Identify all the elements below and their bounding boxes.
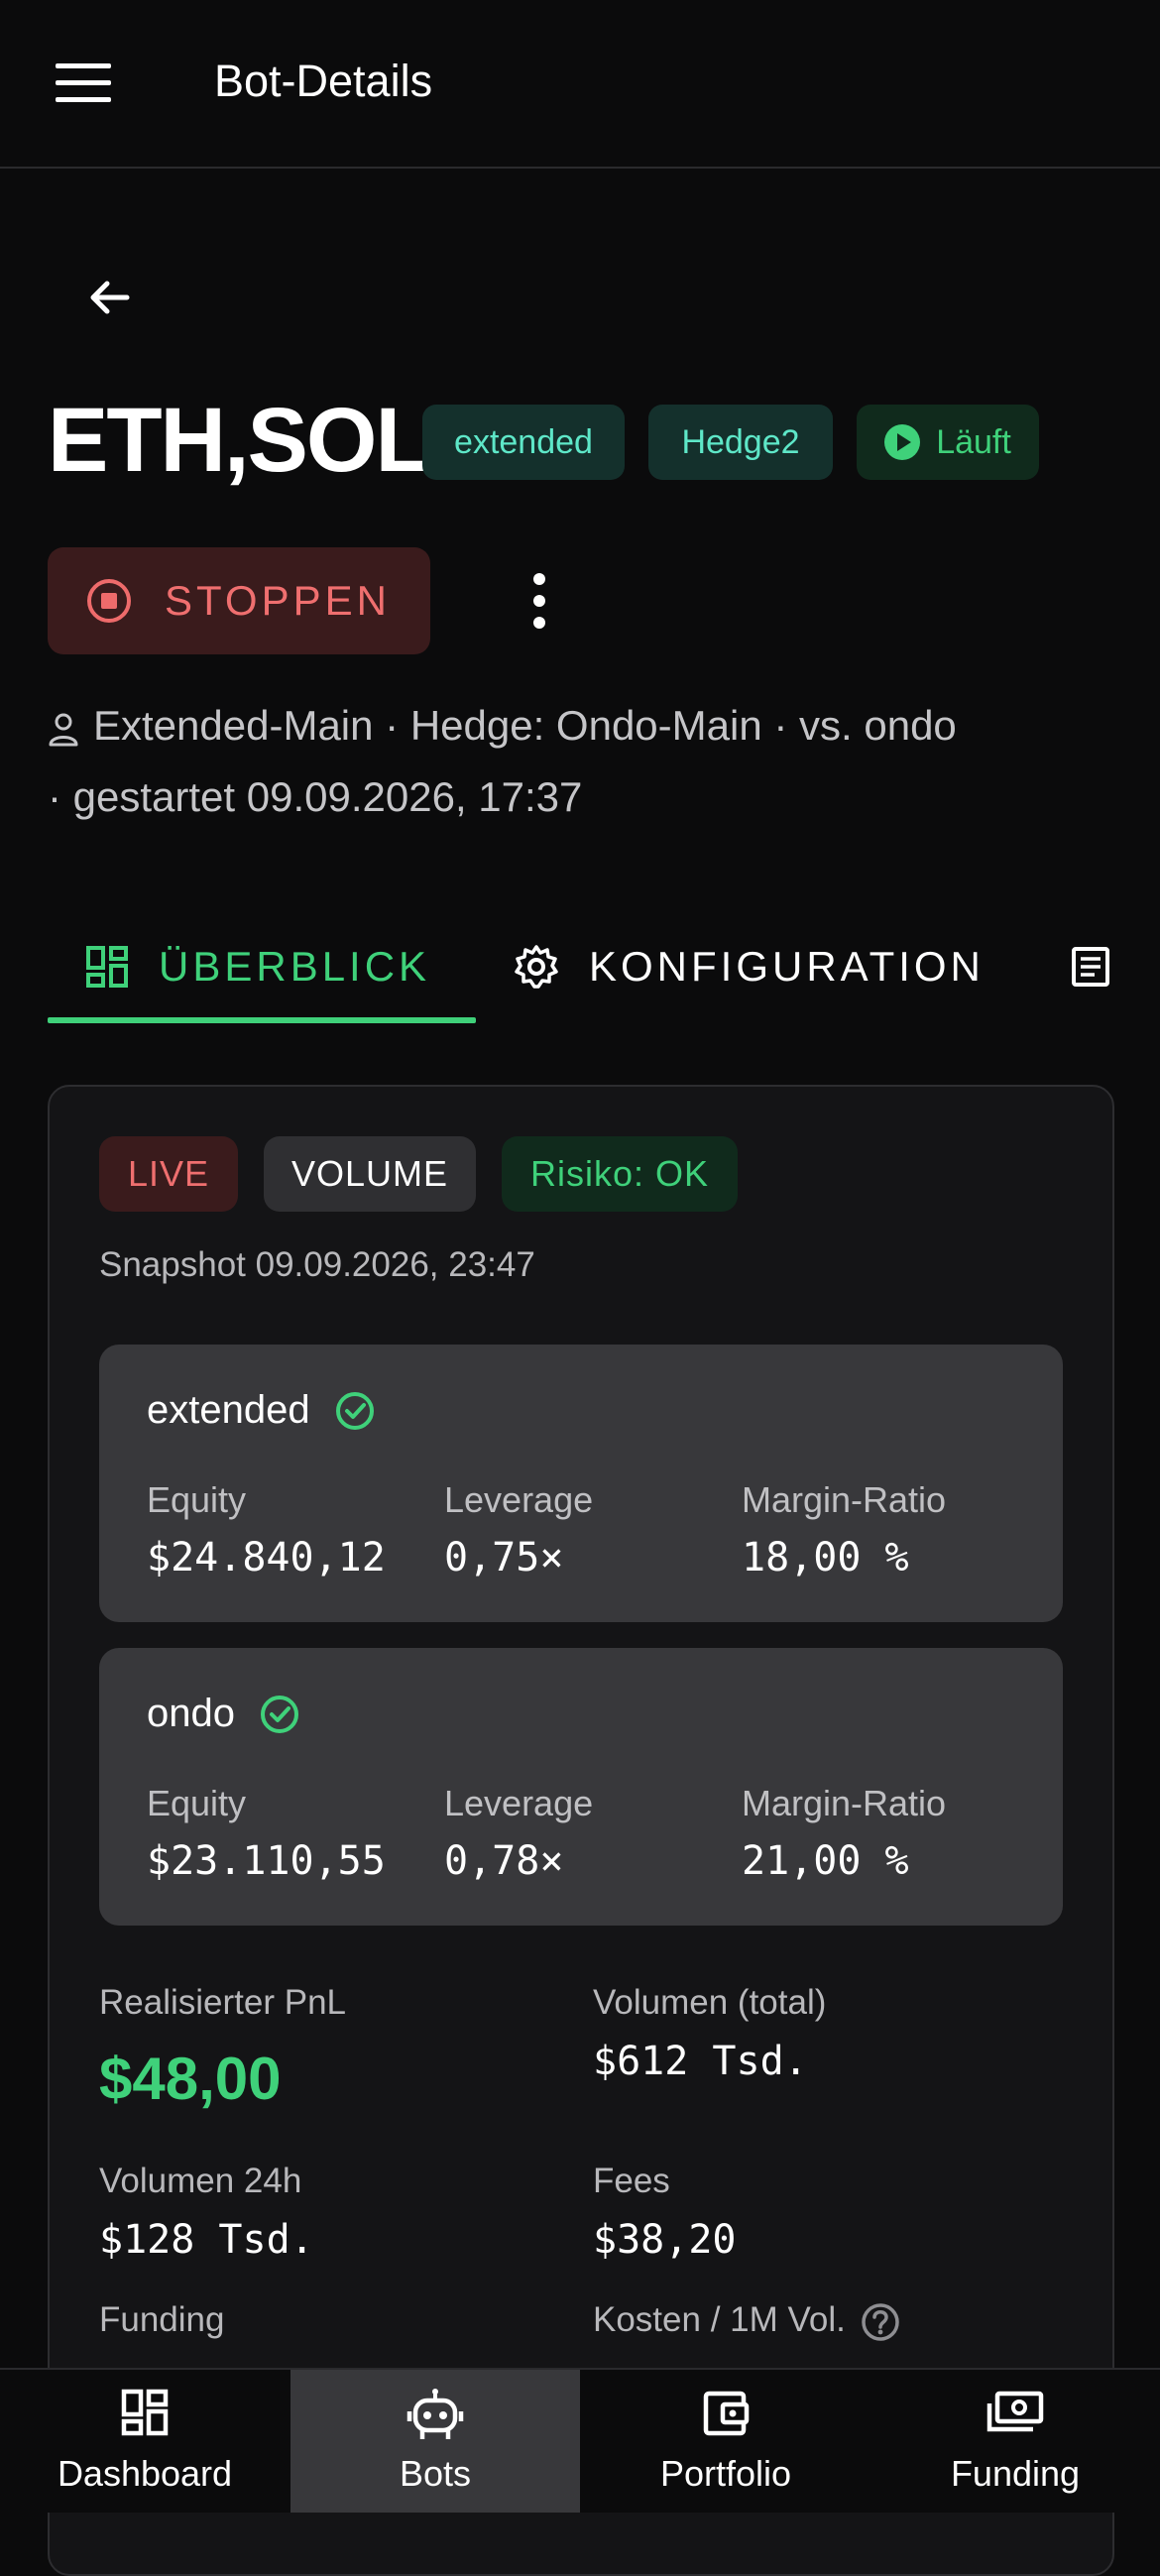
nav-bots-label: Bots <box>399 2453 472 2494</box>
robot-icon <box>406 2389 464 2439</box>
bottom-navigation: Dashboard Bots Portfolio Funding <box>0 2368 1160 2513</box>
equity-value: $24.840,12 <box>147 1535 386 1581</box>
risk-badge: Risiko: OK <box>502 1136 738 1212</box>
volume-total-value: $612 Tsd. <box>593 2039 808 2084</box>
dashboard-icon <box>121 2389 169 2436</box>
gear-icon <box>515 945 558 989</box>
margin-ratio-label: Margin-Ratio <box>742 1479 947 1520</box>
equity-value: $23.110,55 <box>147 1838 386 1884</box>
leverage-value: 0,78× <box>444 1838 564 1884</box>
back-arrow-icon[interactable] <box>83 274 139 321</box>
bot-meta: Extended-Main · Hedge: Ondo-Main · vs. o… <box>48 690 1118 833</box>
stop-button-label: STOPPEN <box>165 577 391 624</box>
cash-icon <box>986 2391 1044 2432</box>
status-chip: Läuft <box>857 405 1039 480</box>
nav-bots[interactable]: Bots <box>290 2370 580 2513</box>
funding-label: Funding <box>99 2300 225 2339</box>
status-chip-label: Läuft <box>936 422 1011 461</box>
help-icon[interactable] <box>860 2301 901 2343</box>
fees-value: $38,20 <box>593 2217 737 2263</box>
venue-card-extended: extended Equity Leverage Margin-Ratio $2… <box>99 1345 1063 1622</box>
volume-24h-label: Volumen 24h <box>99 2162 302 2200</box>
nav-funding[interactable]: Funding <box>870 2370 1160 2513</box>
volume-24h-value: $128 Tsd. <box>99 2217 314 2263</box>
volume-total-label: Volumen (total) <box>593 1983 827 2022</box>
venue-name: extended <box>147 1388 310 1432</box>
nav-dashboard-label: Dashboard <box>57 2453 233 2494</box>
strategy-chip: Hedge2 <box>648 405 833 480</box>
venue-name: ondo <box>147 1692 235 1735</box>
stop-icon <box>87 579 131 623</box>
check-circle-icon <box>260 1695 298 1733</box>
snapshot-timestamp: Snapshot 09.09.2026, 23:47 <box>99 1245 535 1284</box>
venue-card-ondo: ondo Equity Leverage Margin-Ratio $23.11… <box>99 1648 1063 1926</box>
log-icon <box>1072 947 1109 987</box>
check-circle-icon <box>335 1391 374 1430</box>
app-bar: Bot-Details <box>0 0 1160 169</box>
nav-dashboard[interactable]: Dashboard <box>0 2370 290 2513</box>
nav-portfolio-label: Portfolio <box>659 2453 792 2494</box>
play-icon <box>884 424 921 460</box>
overview-card: LIVE VOLUME Risiko: OK Snapshot 09.09.20… <box>48 1085 1114 2576</box>
pnl-label: Realisierter PnL <box>99 1983 346 2022</box>
leverage-label: Leverage <box>444 1479 594 1520</box>
more-options-icon[interactable] <box>525 573 555 629</box>
stop-button[interactable]: STOPPEN <box>48 547 430 654</box>
cost-per-volume-label: Kosten / 1M Vol. <box>593 2300 846 2339</box>
bot-title: ETH,SOL <box>48 390 431 491</box>
venue-chip: extended <box>422 405 625 480</box>
leverage-value: 0,75× <box>444 1535 564 1581</box>
leverage-label: Leverage <box>444 1783 594 1823</box>
pnl-value: $48,00 <box>99 2046 282 2112</box>
margin-ratio-label: Margin-Ratio <box>742 1783 947 1823</box>
active-tab-indicator <box>48 1017 476 1023</box>
page-title: Bot-Details <box>214 56 433 106</box>
dashboard-icon <box>86 946 128 988</box>
cost-per-volume: Kosten / 1M Vol. <box>593 2300 901 2343</box>
nav-funding-label: Funding <box>950 2453 1081 2494</box>
bot-meta-accounts: Extended-Main · Hedge: Ondo-Main · vs. o… <box>93 702 957 749</box>
fees-label: Fees <box>593 2162 670 2200</box>
menu-icon[interactable] <box>56 63 111 103</box>
person-icon <box>49 713 78 747</box>
equity-label: Equity <box>147 1479 247 1520</box>
tab-overview[interactable]: ÜBERBLICK <box>48 912 474 1021</box>
bot-meta-started: · gestartet 09.09.2026, 17:37 <box>48 773 583 820</box>
margin-ratio-value: 18,00 % <box>742 1535 909 1581</box>
tab-configuration[interactable]: KONFIGURATION <box>514 912 985 1021</box>
nav-portfolio[interactable]: Portfolio <box>581 2370 870 2513</box>
margin-ratio-value: 21,00 % <box>742 1838 909 1884</box>
tab-overview-label: ÜBERBLICK <box>159 943 431 990</box>
tab-configuration-label: KONFIGURATION <box>589 943 985 990</box>
tab-bar: ÜBERBLICK KONFIGURATION <box>48 912 1160 1027</box>
equity-label: Equity <box>147 1783 247 1823</box>
mode-badge: VOLUME <box>264 1136 476 1212</box>
live-badge: LIVE <box>99 1136 238 1212</box>
tab-log[interactable] <box>1071 912 1140 1021</box>
wallet-icon <box>703 2391 750 2436</box>
